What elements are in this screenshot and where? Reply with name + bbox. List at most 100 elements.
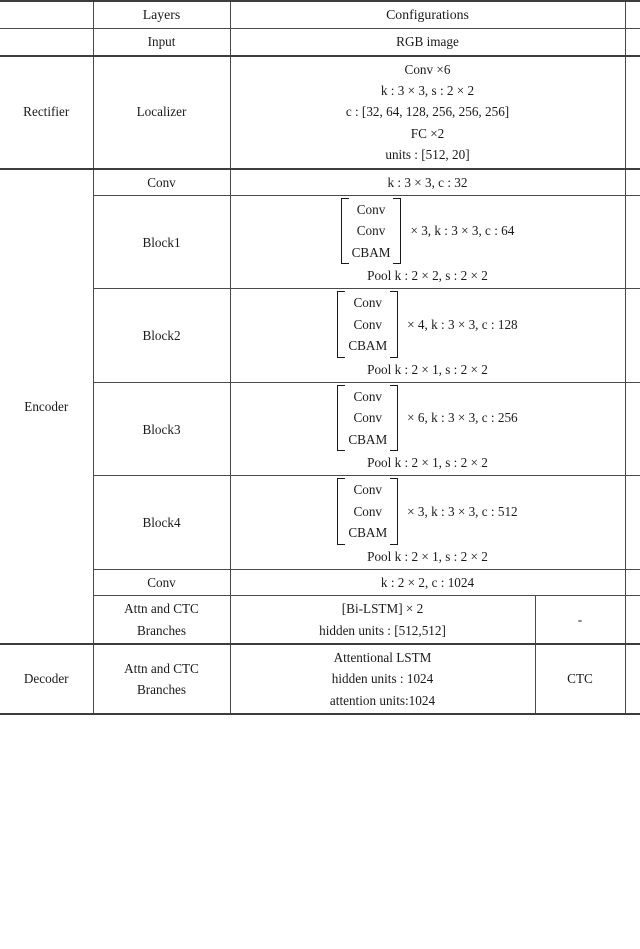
- output-input: 32 × 100: [624, 28, 640, 56]
- layer-line: Attn and CTC: [124, 601, 199, 617]
- block4-multiplier: × 3, k : 3 × 3, c : 512: [407, 503, 518, 519]
- table-row-branches-encoder: Attn and CTC Branches [Bi-LSTM] × 2 hidd…: [0, 595, 640, 645]
- header-cell-group: [0, 0, 93, 29]
- layer-localizer: Localizer: [92, 54, 230, 169]
- block1-stack: Conv Conv CBAM × 3, k : 3 × 3, c : 64: [234, 197, 622, 265]
- sub-branches-decoder: CTC: [534, 643, 625, 716]
- table-row-encoder-conv: Encoder Conv k : 3 × 3, c : 32 32 × 100: [0, 167, 640, 645]
- output-final-conv: 1 × 49: [624, 568, 640, 596]
- stack-items: Conv Conv CBAM: [345, 385, 390, 451]
- matrix-bracket: Conv Conv CBAM: [337, 291, 399, 358]
- layer-branches-encoder: Attn and CTC Branches: [92, 595, 230, 645]
- block2-multiplier: × 4, k : 3 × 3, c : 128: [407, 316, 518, 332]
- group-cell-empty: [0, 28, 93, 56]
- output-block1: 16 × 50: [624, 194, 640, 289]
- table-header-row: Layers Configurations Output: [0, 0, 640, 29]
- block3-stack: Conv Conv CBAM × 6, k : 3 × 3, c : 256: [234, 384, 622, 452]
- stack-item: Conv: [356, 223, 386, 239]
- output-block3: 4 × 50: [624, 381, 640, 476]
- block2-stack: Conv Conv CBAM × 4, k : 3 × 3, c : 128: [234, 291, 622, 358]
- table-row-block3: Block3 Conv Conv CBAM × 6, k : 3 × 3, c …: [0, 381, 640, 476]
- group-decoder: Decoder: [0, 643, 93, 716]
- output-localizer: 32 × 100: [624, 54, 640, 169]
- layer-encoder-conv: Conv: [92, 167, 230, 196]
- config-line: c : [32, 64, 128, 256, 256, 256]: [345, 104, 510, 120]
- block3-multiplier: × 6, k : 3 × 3, c : 256: [407, 410, 518, 426]
- block3-pool: Pool k : 2 × 1, s : 2 × 2: [367, 455, 488, 471]
- matrix-bracket: Conv Conv CBAM: [337, 478, 399, 545]
- table-row-branches-decoder: Decoder Attn and CTC Branches Attentiona…: [0, 643, 640, 716]
- network-architecture-table: Layers Configurations Output Input RGB i…: [0, 0, 640, 716]
- config-line: hidden units : [512,512]: [319, 622, 446, 638]
- bracket-left-icon: [337, 291, 346, 358]
- matrix-bracket: Conv Conv CBAM: [337, 384, 399, 452]
- stack-item: CBAM: [348, 338, 388, 354]
- layer-final-conv: Conv: [92, 568, 230, 596]
- config-line: hidden units : 1024: [331, 671, 434, 687]
- config-localizer: Conv ×6 k : 3 × 3, s : 2 × 2 c : [32, 64…: [229, 54, 625, 169]
- config-branches-encoder: [Bi-LSTM] × 2 hidden units : [512,512]: [229, 595, 535, 645]
- table-row-block4: Block4 Conv Conv CBAM × 3, k : 3 × 3, c …: [0, 475, 640, 570]
- stack-item: Conv: [353, 482, 383, 498]
- stack-item: CBAM: [348, 525, 388, 541]
- output-branches-decoder: *: [624, 643, 640, 716]
- stack-items: Conv Conv CBAM: [345, 478, 390, 544]
- bracket-right-icon: [390, 384, 399, 452]
- stack-item: CBAM: [351, 244, 391, 260]
- layer-block3: Block3: [92, 381, 230, 476]
- layer-branches-decoder: Attn and CTC Branches: [92, 643, 230, 716]
- table-row-input: Input RGB image 32 × 100: [0, 28, 640, 56]
- stack-item: Conv: [353, 503, 383, 519]
- stack-item: Conv: [353, 295, 383, 311]
- block1-pool: Pool k : 2 × 2, s : 2 × 2: [367, 268, 488, 284]
- config-line: units : [512, 20]: [385, 147, 470, 163]
- header-cell-configurations: Configurations: [229, 0, 625, 29]
- layer-input: Input: [92, 28, 230, 56]
- output-block4: 2 × 50: [624, 475, 640, 570]
- layer-line: Branches: [136, 622, 187, 638]
- output-branches-encoder: 49: [624, 595, 640, 645]
- stack-items: Conv Conv CBAM: [349, 198, 394, 264]
- layer-block2: Block2: [92, 288, 230, 383]
- group-rectifier: Rectifier: [0, 54, 93, 169]
- bracket-right-icon: [390, 291, 399, 358]
- block2-pool: Pool k : 2 × 1, s : 2 × 2: [367, 361, 488, 377]
- config-line: FC ×2: [410, 125, 445, 141]
- stack-item: Conv: [353, 316, 383, 332]
- block4-stack: Conv Conv CBAM × 3, k : 3 × 3, c : 512: [234, 478, 622, 545]
- layer-line: Branches: [136, 682, 187, 698]
- header-cell-layers: Layers: [92, 0, 230, 29]
- config-block2: Conv Conv CBAM × 4, k : 3 × 3, c : 128 P…: [229, 288, 625, 383]
- layer-block4: Block4: [92, 475, 230, 570]
- layer-line: Attn and CTC: [124, 660, 199, 676]
- stack-item: Conv: [353, 388, 383, 404]
- config-line: Conv ×6: [404, 61, 451, 77]
- config-encoder-conv: k : 3 × 3, c : 32: [229, 167, 625, 196]
- header-cell-output: Output: [624, 0, 640, 29]
- config-line: Attentional LSTM: [333, 650, 432, 666]
- config-final-conv: k : 2 × 2, c : 1024: [229, 568, 625, 596]
- config-block4: Conv Conv CBAM × 3, k : 3 × 3, c : 512 P…: [229, 475, 625, 570]
- table-row-final-conv: Conv k : 2 × 2, c : 1024 1 × 49: [0, 568, 640, 596]
- config-block1: Conv Conv CBAM × 3, k : 3 × 3, c : 64 Po…: [229, 194, 625, 289]
- bracket-left-icon: [337, 384, 346, 452]
- config-line: attention units:1024: [329, 692, 436, 708]
- table-row-localizer: Rectifier Localizer Conv ×6 k : 3 × 3, s…: [0, 54, 640, 169]
- output-encoder-conv: 32 × 100: [624, 167, 640, 196]
- table-row-block1: Block1 Conv Conv CBAM × 3, k : 3 × 3, c …: [0, 194, 640, 289]
- config-block3: Conv Conv CBAM × 6, k : 3 × 3, c : 256 P…: [229, 381, 625, 476]
- stack-items: Conv Conv CBAM: [345, 291, 390, 357]
- block1-multiplier: × 3, k : 3 × 3, c : 64: [410, 223, 515, 239]
- table-row-block2: Block2 Conv Conv CBAM × 4, k : 3 × 3, c …: [0, 288, 640, 383]
- stack-item: Conv: [353, 410, 383, 426]
- bracket-right-icon: [393, 197, 402, 265]
- block4-pool: Pool k : 2 × 1, s : 2 × 2: [367, 548, 488, 564]
- output-block2: 8 × 50: [624, 288, 640, 383]
- group-encoder: Encoder: [0, 167, 93, 645]
- bracket-left-icon: [340, 197, 349, 265]
- config-line: k : 3 × 3, s : 2 × 2: [380, 83, 475, 99]
- config-line: [Bi-LSTM] × 2: [341, 601, 424, 617]
- stack-item: CBAM: [348, 431, 388, 447]
- matrix-bracket: Conv Conv CBAM: [340, 197, 402, 265]
- config-branches-decoder: Attentional LSTM hidden units : 1024 att…: [229, 643, 535, 716]
